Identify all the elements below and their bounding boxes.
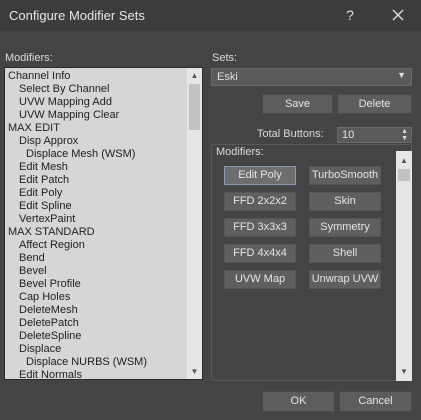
modifier-slot-button[interactable]: FFD 2x2x2 (224, 192, 296, 211)
list-item[interactable]: Displace (5, 343, 189, 356)
list-item[interactable]: Bevel Profile (5, 278, 189, 291)
list-item[interactable]: UVW Mapping Clear (5, 109, 189, 122)
modifier-slot-button[interactable]: UVW Map (224, 270, 296, 289)
list-item[interactable]: MAX EDIT (5, 122, 189, 135)
modifiers-list: Channel Info Select By Channel UVW Mapping… (5, 70, 189, 379)
sets-dropdown[interactable]: Eski ▼ (211, 68, 412, 86)
scroll-down-icon[interactable]: ▼ (396, 364, 412, 379)
window-title: Configure Modifier Sets (9, 8, 145, 23)
list-item[interactable]: DeletePatch (5, 317, 189, 330)
total-buttons-label: Total Buttons: (257, 128, 324, 140)
modifier-slot-button[interactable]: Skin (309, 192, 381, 211)
list-item[interactable]: UVW Mapping Add (5, 96, 189, 109)
ok-button[interactable]: OK (262, 391, 335, 412)
list-item[interactable]: Channel Info (5, 70, 189, 83)
modifiers-list-label: Modifiers: (5, 52, 53, 64)
modifier-slot-button[interactable]: Shell (309, 244, 381, 263)
scroll-down-icon[interactable]: ▼ (187, 364, 202, 379)
title-bar: Configure Modifier Sets ? (0, 0, 421, 31)
list-item[interactable]: Edit Poly (5, 187, 189, 200)
help-button[interactable]: ? (340, 5, 360, 25)
close-icon (392, 9, 404, 21)
list-item[interactable]: MAX STANDARD (5, 226, 189, 239)
scroll-up-icon[interactable]: ▲ (187, 68, 202, 83)
list-item[interactable]: Displace Mesh (WSM) (5, 148, 189, 161)
list-item[interactable]: Bevel (5, 265, 189, 278)
list-item[interactable]: Cap Holes (5, 291, 189, 304)
list-item[interactable]: Edit Normals (5, 369, 189, 379)
sets-label: Sets: (212, 52, 238, 64)
close-button[interactable] (388, 5, 408, 25)
modifier-slot-button[interactable]: Unwrap UVW (309, 270, 381, 289)
list-item[interactable]: Edit Patch (5, 174, 189, 187)
modifier-slot-button[interactable]: Edit Poly (224, 166, 296, 185)
list-item[interactable]: Select By Channel (5, 83, 189, 96)
scroll-thumb[interactable] (398, 169, 410, 181)
save-button[interactable]: Save (262, 94, 333, 114)
chevron-down-icon: ▼ (397, 70, 406, 80)
list-item[interactable]: Bend (5, 252, 189, 265)
cancel-button[interactable]: Cancel (339, 391, 412, 412)
list-item[interactable]: Affect Region (5, 239, 189, 252)
list-item[interactable]: VertexPaint (5, 213, 189, 226)
list-item[interactable]: Disp Approx (5, 135, 189, 148)
modifier-slot-button[interactable]: FFD 4x4x4 (224, 244, 296, 263)
list-item[interactable]: Displace NURBS (WSM) (5, 356, 189, 369)
scroll-up-icon[interactable]: ▲ (396, 153, 412, 168)
modifier-slot-button[interactable]: Symmetry (309, 218, 381, 237)
sets-selected-value: Eski (217, 71, 238, 83)
list-item[interactable]: DeleteMesh (5, 304, 189, 317)
modifier-slot-button[interactable]: TurboSmooth (309, 166, 381, 185)
modifiers-list-scrollbar[interactable]: ▲ ▼ (187, 68, 202, 379)
list-item[interactable]: Edit Spline (5, 200, 189, 213)
modifier-buttons-label: Modifiers: (215, 146, 265, 158)
modifier-slot-button[interactable]: FFD 3x3x3 (224, 218, 296, 237)
spinner-arrows-icon[interactable]: ▲ ▼ (401, 128, 408, 142)
modifiers-listbox[interactable]: Channel Info Select By Channel UVW Mapping… (4, 67, 203, 380)
list-item[interactable]: Edit Mesh (5, 161, 189, 174)
total-buttons-value: 10 (342, 129, 355, 141)
delete-button[interactable]: Delete (337, 94, 412, 114)
total-buttons-spinner[interactable]: 10 ▲ ▼ (337, 127, 412, 143)
modifier-buttons-scrollbar[interactable]: ▲ ▼ (396, 151, 412, 381)
scroll-thumb[interactable] (189, 84, 200, 130)
list-item[interactable]: DeleteSpline (5, 330, 189, 343)
